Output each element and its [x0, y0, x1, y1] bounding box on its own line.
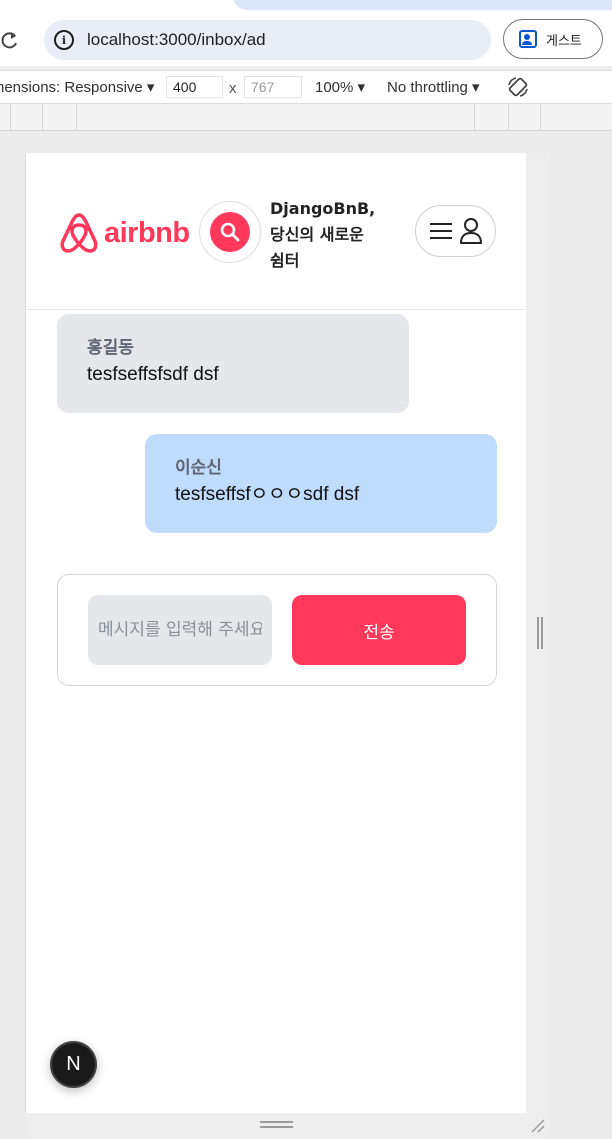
user-icon: [459, 218, 482, 244]
message-bubble-received: 홍길동 tesfseffsfsdf dsf: [57, 314, 409, 413]
message-text: tesfseffsfㅇㅇㅇsdf dsf: [175, 484, 360, 505]
tab-strip: [233, 0, 612, 10]
message-input[interactable]: [88, 595, 272, 665]
airbnb-logo[interactable]: airbnb: [59, 211, 190, 255]
hamburger-icon: [429, 223, 452, 239]
rotate-icon[interactable]: [506, 75, 530, 99]
width-input[interactable]: 400: [166, 76, 223, 98]
dimensions-label: nensions: Responsive: [0, 79, 143, 96]
search-button[interactable]: [199, 201, 261, 263]
url-text: localhost:3000/inbox/ad: [87, 30, 266, 49]
device-toolbar: nensions: Responsive ▾ 400 x 767 100% ▾ …: [0, 70, 612, 104]
throttling-label: No throttling: [387, 79, 468, 96]
media-query-ruler: [0, 104, 612, 131]
message-sender: 이순신: [175, 458, 222, 478]
page-viewport: airbnb DjangoBnB, 당신의 새로운 쉼터 홍길동 tesfsef…: [25, 153, 527, 1113]
tagline-line-3: 쉼터: [270, 251, 300, 270]
message-sender: 홍길동: [87, 338, 134, 358]
zoom-label: 100%: [315, 79, 354, 96]
zoom-dropdown[interactable]: 100% ▾: [315, 78, 365, 96]
height-input[interactable]: 767: [244, 76, 302, 98]
send-button[interactable]: 전송: [292, 595, 466, 665]
resize-handle-bottom[interactable]: [260, 1121, 293, 1128]
throttling-dropdown[interactable]: No throttling ▾: [387, 78, 480, 96]
resize-corner-icon[interactable]: [530, 1118, 546, 1134]
profile-icon: [519, 30, 537, 48]
reload-icon[interactable]: [0, 28, 22, 52]
tagline-line-1: DjangoBnB,: [270, 199, 376, 218]
logo-text: airbnb: [104, 216, 190, 249]
search-circle: [210, 212, 250, 252]
guest-label: 게스트: [546, 33, 582, 49]
user-menu-button[interactable]: [415, 205, 496, 257]
dimensions-dropdown[interactable]: nensions: Responsive ▾: [0, 78, 154, 96]
nextjs-dev-indicator[interactable]: N: [50, 1041, 97, 1088]
navbar: airbnb DjangoBnB, 당신의 새로운 쉼터: [26, 153, 527, 310]
site-tagline: DjangoBnB, 당신의 새로운 쉼터: [270, 196, 390, 274]
address-bar[interactable]: i localhost:3000/inbox/ad: [44, 20, 491, 60]
resize-handle-right[interactable]: [537, 617, 543, 649]
search-icon: [220, 222, 240, 242]
guest-profile-button[interactable]: 게스트: [503, 19, 603, 59]
times-sign: x: [229, 80, 237, 97]
message-text: tesfseffsfsdf dsf: [87, 364, 219, 385]
site-info-icon[interactable]: i: [54, 30, 74, 50]
airbnb-logo-icon: [60, 213, 98, 253]
browser-toolbar: i localhost:3000/inbox/ad 게스트: [0, 0, 612, 66]
message-bubble-sent: 이순신 tesfseffsfㅇㅇㅇsdf dsf: [145, 434, 497, 533]
tagline-line-2: 당신의 새로운: [270, 225, 364, 244]
message-composer: 전송: [57, 574, 497, 686]
